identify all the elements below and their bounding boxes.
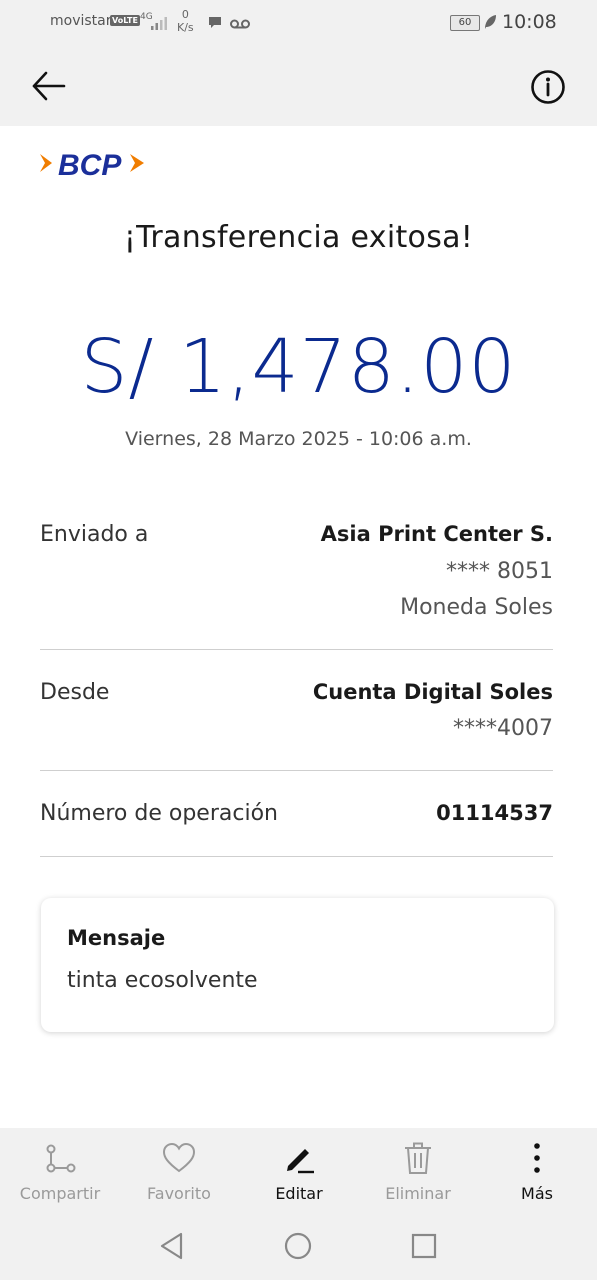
arrow-left-icon <box>32 71 66 101</box>
share-button[interactable]: Compartir <box>5 1140 115 1220</box>
message-title: Mensaje <box>67 926 166 950</box>
nav-home-button[interactable] <box>278 1226 318 1266</box>
heart-icon <box>162 1142 196 1173</box>
volte-badge: VoLTE <box>110 15 140 26</box>
from-label: Desde <box>40 680 110 705</box>
share-label: Compartir <box>19 1184 101 1203</box>
transfer-datetime: Viernes, 28 Marzo 2025 - 10:06 a.m. <box>125 428 472 450</box>
message-icon <box>209 17 221 28</box>
favorite-label: Favorito <box>147 1184 211 1203</box>
transfer-amount: S/ 1,478.00 <box>80 324 517 410</box>
carrier-name: movistar <box>50 13 112 29</box>
clock: 10:08 <box>502 11 557 33</box>
operation-number: 01114537 <box>436 801 553 825</box>
more-vertical-icon <box>534 1143 540 1173</box>
favorite-button[interactable]: Favorito <box>124 1140 234 1220</box>
trash-icon <box>405 1142 431 1174</box>
info-circle-icon <box>531 70 565 104</box>
app-bar <box>0 46 597 126</box>
info-button[interactable] <box>529 68 567 106</box>
speed-unit: K/s <box>177 21 194 34</box>
power-saving-icon <box>485 15 496 29</box>
network-speed: 0 K/s <box>177 8 194 34</box>
source-account-number: ****4007 <box>453 716 553 741</box>
battery-icon: 60 <box>450 15 480 31</box>
message-card: Mensaje tinta ecosolvente <box>41 898 554 1032</box>
system-nav-bar <box>0 1220 597 1280</box>
delete-label: Eliminar <box>385 1184 451 1203</box>
circle-home-icon <box>284 1232 312 1260</box>
divider <box>40 770 553 771</box>
recipient-account: **** 8051 <box>446 559 553 584</box>
speed-value: 0 <box>181 8 189 21</box>
edit-button[interactable]: Editar <box>244 1140 354 1220</box>
divider <box>40 649 553 650</box>
status-bar: movistar VoLTE 4G 0 K/s 60 10:08 <box>0 0 597 46</box>
recipient-currency: Moneda Soles <box>400 595 553 620</box>
nav-back-button[interactable] <box>152 1226 192 1266</box>
edit-label: Editar <box>275 1184 323 1203</box>
sent-to-label: Enviado a <box>40 522 149 547</box>
nav-recents-button[interactable] <box>404 1226 444 1266</box>
back-button[interactable] <box>30 68 68 104</box>
operation-label: Número de operación <box>40 801 278 826</box>
bcp-logo-text: BCP <box>58 149 122 181</box>
recipient-name: Asia Print Center S. <box>320 522 553 546</box>
divider <box>40 856 553 857</box>
more-button[interactable]: Más <box>482 1140 592 1220</box>
square-recents-icon <box>411 1233 437 1259</box>
pencil-icon <box>287 1149 314 1174</box>
success-title: ¡Transferencia exitosa! <box>123 220 474 255</box>
share-icon <box>46 1144 76 1173</box>
more-label: Más <box>521 1184 553 1203</box>
triangle-back-icon <box>160 1232 183 1260</box>
message-text: tinta ecosolvente <box>67 968 258 993</box>
signal-icon <box>151 17 167 30</box>
bcp-logo: BCP <box>40 149 144 181</box>
delete-button[interactable]: Eliminar <box>363 1140 473 1220</box>
source-account-name: Cuenta Digital Soles <box>312 680 553 704</box>
voicemail-icon <box>230 19 250 29</box>
